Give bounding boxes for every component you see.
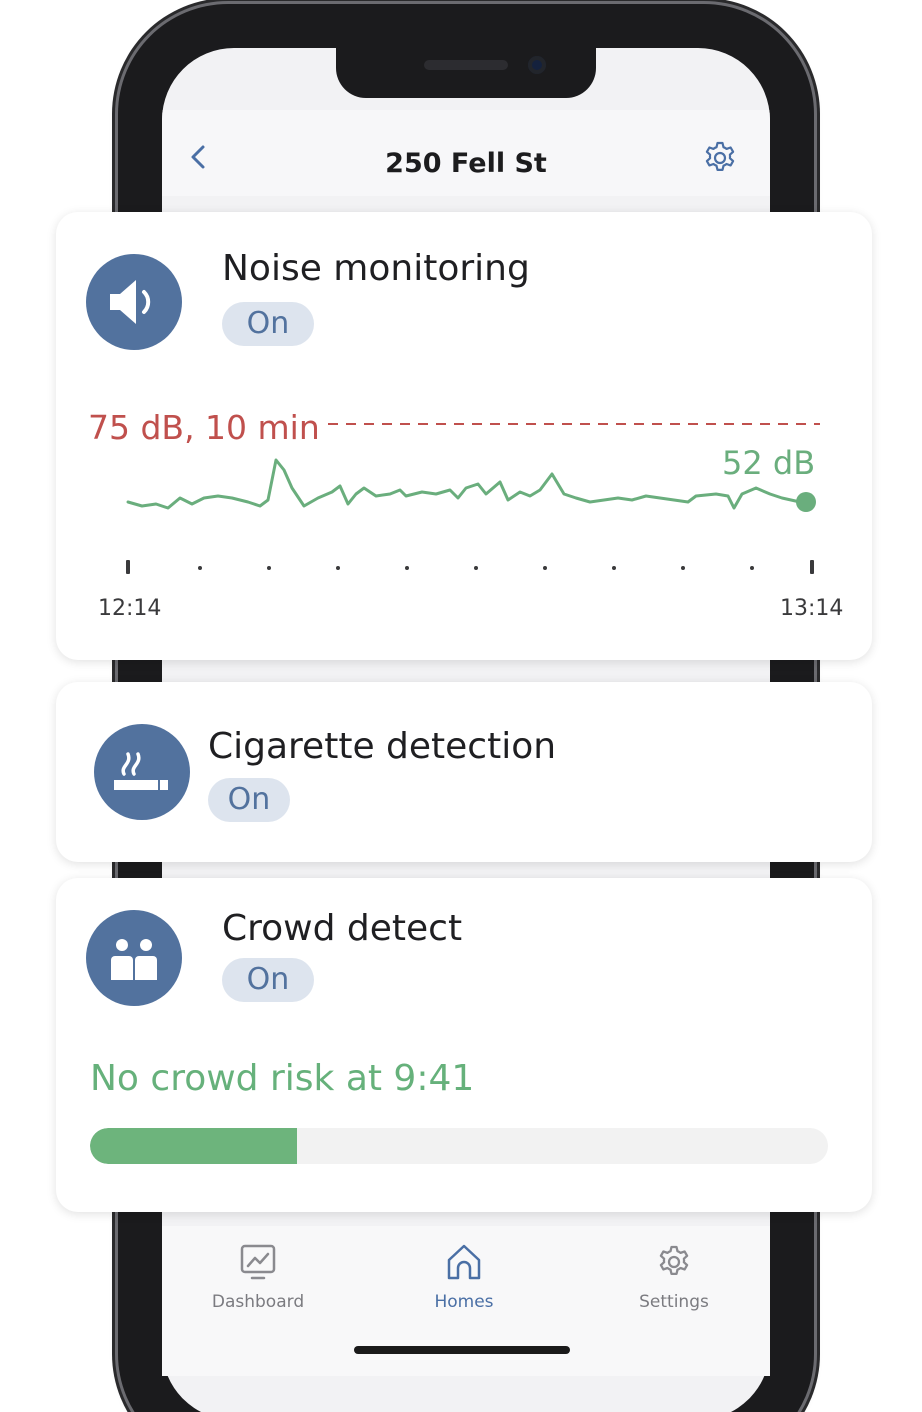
- current-point: [796, 492, 816, 512]
- app-header: 250 Fell St: [162, 110, 770, 196]
- time-end-label: 13:14: [780, 596, 844, 621]
- speaker-grille: [424, 60, 508, 70]
- tab-label-homes: Homes: [434, 1292, 494, 1312]
- axis-dot: [198, 566, 202, 570]
- front-camera: [528, 56, 546, 74]
- page-title: 250 Fell St: [385, 148, 547, 179]
- settings-gear-icon[interactable]: [702, 138, 738, 174]
- settings-icon: [659, 1245, 689, 1276]
- time-start-label: 12:14: [98, 596, 162, 621]
- crowd-title: Crowd detect: [222, 908, 463, 949]
- axis-tick-end: [810, 560, 814, 574]
- cigarette-detection-card[interactable]: Cigarette detection On: [56, 682, 872, 862]
- cigarette-status-pill[interactable]: On: [208, 778, 290, 822]
- tab-label-dashboard: Dashboard: [211, 1292, 305, 1312]
- tab-homes[interactable]: Homes: [394, 1240, 534, 1312]
- time-axis: [126, 560, 814, 574]
- notch: [336, 48, 596, 98]
- axis-dot: [267, 566, 271, 570]
- crowd-risk-fill: [90, 1128, 297, 1164]
- axis-dot: [474, 566, 478, 570]
- cigarette-title: Cigarette detection: [208, 726, 557, 767]
- crowd-detect-card[interactable]: Crowd detect On No crowd risk at 9:41: [56, 878, 872, 1212]
- tab-settings[interactable]: Settings: [604, 1240, 744, 1312]
- axis-dot: [543, 566, 547, 570]
- axis-dot: [405, 566, 409, 570]
- home-indicator: [354, 1346, 570, 1354]
- noise-monitoring-card[interactable]: Noise monitoring On 75 dB, 10 min 52 dB: [56, 212, 872, 660]
- dashboard-icon: [240, 1244, 276, 1280]
- crowd-risk-bar: [90, 1128, 828, 1164]
- tab-dashboard[interactable]: Dashboard: [188, 1240, 328, 1312]
- noise-chart: [126, 423, 820, 574]
- axis-dot: [612, 566, 616, 570]
- cigarette-icon: [94, 724, 190, 820]
- home-icon: [447, 1244, 481, 1280]
- app-stage: 250 Fell St Noise monitoring On 75 dB, 1…: [0, 0, 922, 1412]
- crowd-status-pill[interactable]: On: [222, 958, 314, 1002]
- crowd-status-text: No crowd risk at 9:41: [90, 1058, 475, 1099]
- tab-label-settings: Settings: [639, 1292, 709, 1312]
- axis-dot: [336, 566, 340, 570]
- people-icon: [86, 910, 182, 1006]
- axis-dot: [681, 566, 685, 570]
- axis-dot: [750, 566, 754, 570]
- noise-series-line: [126, 458, 808, 510]
- axis-tick-start: [126, 560, 130, 574]
